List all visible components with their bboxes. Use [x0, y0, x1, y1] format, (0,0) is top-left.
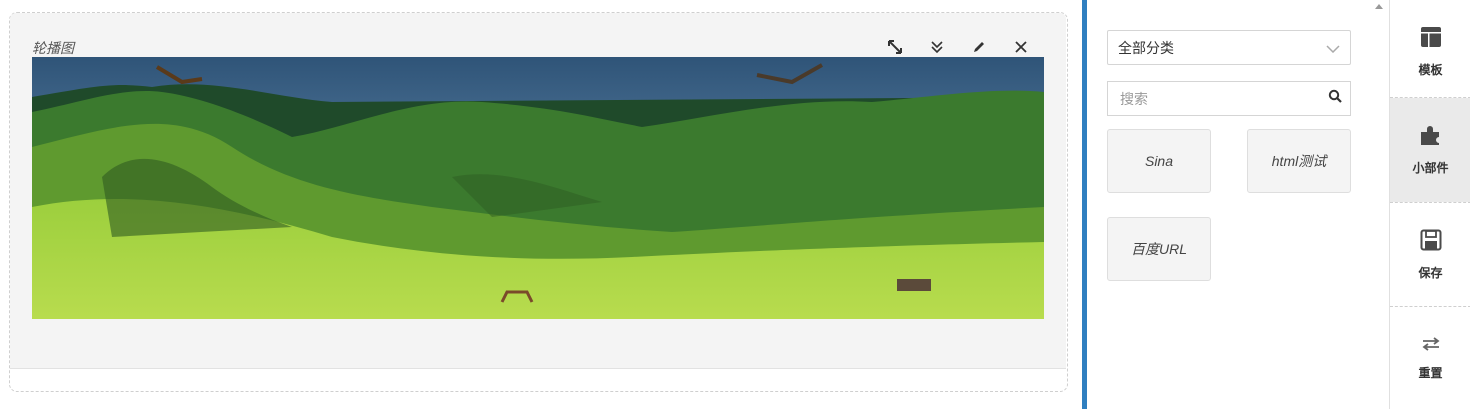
close-icon[interactable] [1000, 37, 1042, 57]
reset-button[interactable]: 重置 [1390, 307, 1470, 411]
save-button[interactable]: 保存 [1390, 203, 1470, 307]
reset-label: 重置 [1418, 366, 1443, 380]
widget-tile-html-test[interactable]: html测试 [1247, 129, 1351, 193]
scroll-up-arrow-icon[interactable] [1375, 4, 1383, 9]
widgets-button[interactable]: 小部件 [1390, 98, 1470, 202]
widgets-label: 小部件 [1412, 161, 1449, 175]
search-input[interactable] [1118, 89, 1312, 108]
save-label: 保存 [1418, 266, 1443, 280]
category-select-value: 全部分类 [1118, 39, 1174, 56]
search-icon[interactable] [1328, 89, 1342, 108]
editor-canvas: 轮播图 [0, 0, 1082, 409]
widget-toolbar [874, 37, 1042, 57]
template-icon [1420, 26, 1442, 53]
collapse-icon[interactable] [916, 37, 958, 57]
landscape-image [32, 57, 1044, 319]
edit-icon[interactable] [958, 37, 1000, 57]
category-select[interactable]: 全部分类 [1107, 30, 1351, 65]
search-field[interactable] [1107, 81, 1351, 116]
right-toolbar: 模板 小部件 保存 重置 [1389, 0, 1470, 409]
widget-tile-baidu-url[interactable]: 百度URL [1107, 217, 1211, 281]
widget-title: 轮播图 [32, 40, 74, 56]
puzzle-icon [1419, 124, 1443, 151]
carousel-image[interactable] [32, 57, 1044, 319]
chevron-down-icon [1326, 40, 1340, 56]
widget-panel: 全部分类 Sina html测试 百度URL [1087, 0, 1370, 409]
carousel-widget[interactable]: 轮播图 [10, 13, 1066, 369]
save-icon [1420, 229, 1442, 256]
template-label: 模板 [1418, 63, 1443, 77]
resize-icon[interactable] [874, 37, 916, 57]
swap-arrows-icon [1421, 337, 1441, 356]
template-button[interactable]: 模板 [1390, 0, 1470, 104]
panel-scrollbar[interactable] [1370, 0, 1389, 409]
widget-tile-sina[interactable]: Sina [1107, 129, 1211, 193]
